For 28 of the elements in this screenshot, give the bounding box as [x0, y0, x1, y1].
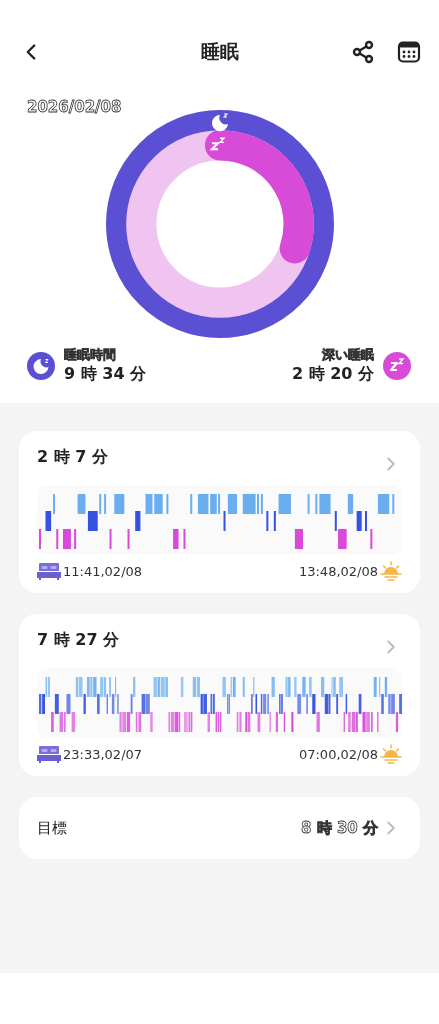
- session-duration: 2 時 7 分: [37, 447, 108, 468]
- moon-icon: [211, 113, 228, 132]
- calendar-button[interactable]: [397, 40, 421, 64]
- session-duration: 7 時 27 分: [37, 630, 120, 651]
- bed-icon: [37, 745, 61, 763]
- start-time: 11:41,02/08: [63, 563, 143, 579]
- stat-label: 深い睡眠: [322, 346, 374, 364]
- stat-label: 睡眠時間: [64, 346, 116, 364]
- sunrise-icon: [380, 561, 402, 581]
- goal-card[interactable]: 目標 8 時 30 分: [19, 797, 420, 859]
- stat-value: 9 時 34 分: [64, 364, 147, 385]
- sunrise-icon: [380, 744, 402, 764]
- date-label: 2026/02/08: [27, 98, 122, 116]
- end-time: 13:48,02/08: [298, 563, 378, 579]
- back-button[interactable]: [26, 47, 36, 57]
- zz-icon: [383, 351, 411, 380]
- goal-value: 8 時 30 分: [301, 818, 378, 838]
- zz-icon: [209, 137, 226, 151]
- bed-icon: [37, 562, 61, 580]
- sleep-session-card[interactable]: 7 時 27 分 23:33,02/07 07:00,02/08: [19, 614, 420, 776]
- page-title: 睡眠: [200, 39, 239, 64]
- end-time: 07:00,02/08: [298, 746, 378, 762]
- moon-icon: [27, 351, 55, 380]
- start-time: 23:33,02/07: [63, 746, 143, 762]
- sleep-session-card[interactable]: 2 時 7 分 11:41,02/08 13:48,02/08: [19, 431, 420, 593]
- share-button[interactable]: [351, 40, 375, 64]
- stat-value: 2 時 20 分: [291, 364, 374, 385]
- goal-label: 目標: [37, 818, 67, 838]
